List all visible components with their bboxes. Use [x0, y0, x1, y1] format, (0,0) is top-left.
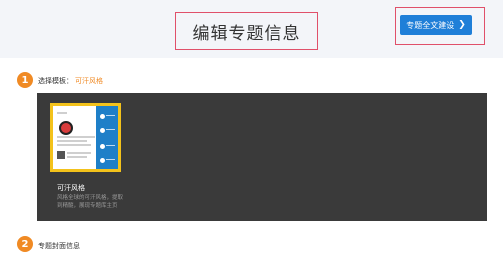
step-2-badge: 2 — [17, 236, 33, 252]
step-2-label: 专题封面信息 — [38, 242, 80, 250]
template-logo-icon — [59, 121, 73, 135]
template-name: 可汗风格 — [57, 184, 85, 192]
step-1-label: 选择模板： 可汗风格 — [38, 76, 103, 86]
step-1-badge: 1 — [17, 72, 33, 88]
title-highlight-box: 编辑专题信息 — [175, 12, 318, 50]
template-card-khan-style[interactable] — [50, 103, 121, 172]
template-select-label: 选择模板： — [38, 77, 73, 85]
selected-template-value[interactable]: 可汗风格 — [75, 77, 103, 85]
page-title: 编辑专题信息 — [192, 23, 301, 44]
template-description: 风格全球的可汗风格，提取到精髓，展现专题库主页 — [57, 195, 124, 209]
template-sidebar-preview — [96, 106, 118, 169]
full-text-build-button[interactable]: 专题全文建设 ❯ — [400, 15, 472, 35]
chevron-right-icon: ❯ — [458, 20, 466, 30]
full-text-build-label: 专题全文建设 — [406, 20, 455, 30]
